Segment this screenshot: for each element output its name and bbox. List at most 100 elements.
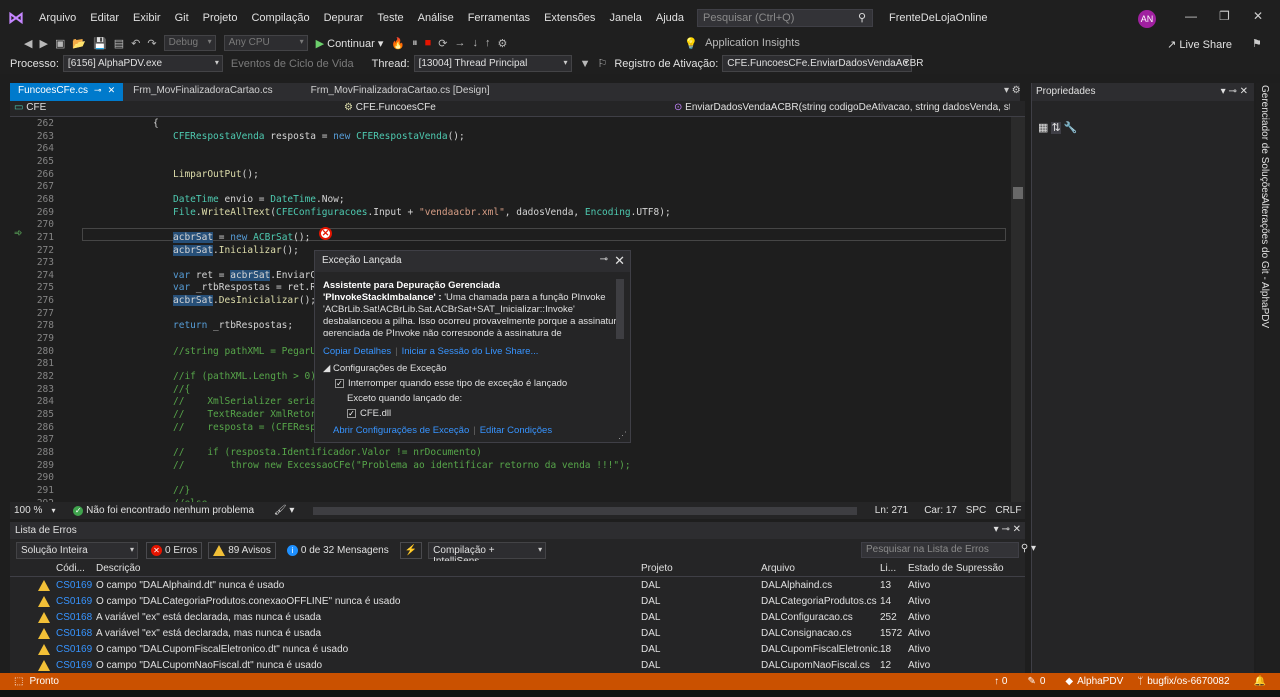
hot-reload-icon[interactable]: 🔥 xyxy=(391,37,405,50)
code-line[interactable]: //{ xyxy=(173,384,190,395)
cell-code[interactable]: CS0168 xyxy=(56,628,96,639)
table-row[interactable]: CS0169 O campo "DALAlphaind.dt" nunca é u… xyxy=(10,577,1025,593)
new-project-icon[interactable]: ▣ xyxy=(55,37,65,50)
repo-name[interactable]: AlphaPDV xyxy=(1077,676,1123,687)
code-line[interactable]: var _rtbRespostas = ret.R xyxy=(173,282,316,293)
break-all-icon[interactable]: ⏸ xyxy=(412,37,418,50)
config-select[interactable]: Debug ▾ xyxy=(163,35,216,51)
minimize-icon[interactable]: — xyxy=(1185,9,1197,23)
exception-error-icon[interactable]: ✕ xyxy=(319,227,332,240)
step-out-icon[interactable]: ↑ xyxy=(485,37,491,49)
filter-toggle-button[interactable]: ⚡ xyxy=(399,541,423,559)
notifications-icon[interactable]: 🔔 xyxy=(1254,676,1266,687)
code-line[interactable]: // resposta = (CFEResp xyxy=(173,422,316,433)
cell-code[interactable]: CS0169 xyxy=(56,660,96,671)
code-line[interactable]: // if (resposta.Identificador.Valor != n… xyxy=(173,447,482,458)
editor-scrollbar-thumb[interactable] xyxy=(1013,187,1023,199)
project-dropdown[interactable]: ▭ CFE xyxy=(10,101,340,117)
live-share-link[interactable]: Iniciar a Sessão do Live Share... xyxy=(402,346,539,357)
platform-select[interactable]: Any CPU ▾ xyxy=(223,35,308,51)
wrench-icon[interactable]: 🔧 xyxy=(1064,122,1078,134)
menu-item[interactable]: Exibir xyxy=(126,12,168,24)
maximize-icon[interactable]: ❐ xyxy=(1219,9,1230,23)
horizontal-scrollbar[interactable] xyxy=(313,506,857,515)
code-line[interactable]: acbrSat = new ACBrSat(); xyxy=(173,231,310,243)
flag-icon[interactable]: ⚐ xyxy=(597,57,607,70)
tab-funcoescfe[interactable]: FuncoesCFe.cs ⊸ ✕ xyxy=(10,83,124,101)
back-icon[interactable]: ◀ xyxy=(24,37,32,50)
code-line[interactable]: return _rtbRespostas; xyxy=(173,320,293,331)
class-dropdown[interactable]: ⚙ CFE.FuncoesCFe xyxy=(340,101,670,117)
exception-settings-header[interactable]: ◢ Configurações de Exceção xyxy=(315,361,630,376)
process-select[interactable]: [6156] AlphaPDV.exe ▾ xyxy=(62,55,223,72)
code-line[interactable]: // throw new ExcessaoCFe("Problema ao id… xyxy=(173,460,631,471)
cell-code[interactable]: CS0169 xyxy=(56,644,96,655)
resize-grip-icon[interactable]: ⋰ xyxy=(618,430,627,441)
line-ending[interactable]: CRLF xyxy=(995,505,1025,516)
cell-code[interactable]: CS0169 xyxy=(56,580,96,591)
menu-item[interactable]: Git xyxy=(168,12,196,24)
table-row[interactable]: CS0168 A variável "ex" está declarada, ma… xyxy=(10,609,1025,625)
close-icon[interactable]: ✕ xyxy=(614,253,625,269)
code-line[interactable]: var ret = acbrSat.EnviarC xyxy=(173,269,316,281)
menu-item[interactable]: Teste xyxy=(370,12,410,24)
code-line[interactable]: LimparOutPut(); xyxy=(173,169,259,180)
feedback-icon[interactable]: ⚑ xyxy=(1252,37,1262,50)
search-icon[interactable]: ⚲ xyxy=(858,11,866,24)
filter-icon[interactable]: ▼ xyxy=(580,58,591,70)
thread-select[interactable]: [13004] Thread Principal ▾ xyxy=(413,55,572,72)
build-select[interactable]: Compilação + IntelliSens▾ xyxy=(428,541,547,567)
menu-item[interactable]: Arquivo xyxy=(32,12,83,24)
app-insights-icon[interactable]: 💡 xyxy=(684,37,698,50)
code-line[interactable]: //} xyxy=(173,485,190,496)
lifecycle-events[interactable]: Eventos de Ciclo de Vida xyxy=(231,58,354,70)
column-header[interactable]: Descrição xyxy=(96,563,641,574)
break-checkbox[interactable]: ✓ Interromper quando esse tipo de exceção… xyxy=(315,376,630,391)
edit-conditions-link[interactable]: Editar Condições xyxy=(480,425,552,436)
panel-controls-icon[interactable]: ▾ ⊸ ✕ xyxy=(994,524,1021,535)
zoom-level[interactable]: 100 % xyxy=(10,505,52,516)
stop-icon[interactable]: ■ xyxy=(425,37,432,49)
code-line[interactable]: acbrSat.DesInicializar(); xyxy=(173,295,316,307)
module-checkbox[interactable]: ✓ CFE.dll xyxy=(315,406,630,421)
menu-item[interactable]: Janela xyxy=(602,12,648,24)
panel-controls-icon[interactable]: ▾ ⊸ ✕ xyxy=(1221,86,1248,97)
issues-status[interactable]: Não foi encontrado nenhum problema xyxy=(86,505,274,516)
table-row[interactable]: CS0169 O campo "DALCategoriaProdutos.cone… xyxy=(10,593,1025,609)
code-cleanup-icon[interactable]: 🖌 ▾ xyxy=(274,505,314,516)
solution-explorer-tab[interactable]: Gerenciador de Soluções xyxy=(1259,85,1270,198)
code-line[interactable]: { xyxy=(153,118,159,129)
popup-scrollbar[interactable] xyxy=(616,279,624,339)
open-settings-link[interactable]: Abrir Configurações de Exceção xyxy=(333,425,469,436)
editor-scrollbar[interactable] xyxy=(1011,117,1025,502)
pin-icon[interactable]: ⊸ xyxy=(94,85,102,95)
changes-count[interactable]: 0 xyxy=(1040,676,1046,687)
warnings-filter-button[interactable]: 89 Avisos xyxy=(208,541,276,559)
branch-name[interactable]: bugfix/os-6670082 xyxy=(1147,676,1229,687)
push-count[interactable]: ↑ 0 xyxy=(994,676,1007,687)
copy-details-link[interactable]: Copiar Detalhes xyxy=(323,346,391,357)
menu-item[interactable]: Projeto xyxy=(196,12,245,24)
table-row[interactable]: CS0169 O campo "DALCupomNaoFiscal.dt" nun… xyxy=(10,657,1025,673)
open-file-icon[interactable]: 📂 xyxy=(72,37,86,50)
menu-item[interactable]: Compilação xyxy=(244,12,316,24)
git-changes-tab[interactable]: Alterações do Git - AlphaPDV xyxy=(1259,197,1270,328)
activation-select[interactable]: CFE.FuncoesCFe.EnviarDadosVendaACBR ▾ xyxy=(722,55,923,72)
tab-frm-movfinalizadora-design[interactable]: Frm_MovFinalizadoraCartao.cs [Design] xyxy=(303,83,498,101)
visual-studio-logo-icon[interactable]: ⋈ xyxy=(0,0,32,36)
live-share-button[interactable]: ↗ Live Share xyxy=(1167,38,1232,51)
save-all-icon[interactable]: ▤ xyxy=(114,37,124,50)
column-header[interactable]: Projeto xyxy=(641,563,761,574)
alphabetical-icon[interactable]: ⇅ xyxy=(1051,122,1061,134)
column-header[interactable]: Arquivo xyxy=(761,563,880,574)
categorized-icon[interactable]: ▦ xyxy=(1038,122,1048,134)
scope-select[interactable]: Solução Inteira ▾ xyxy=(16,541,138,559)
close-icon[interactable]: ✕ xyxy=(1253,9,1263,23)
indentation[interactable]: SPC xyxy=(966,505,996,516)
table-row[interactable]: CS0168 A variável "ex" está declarada, ma… xyxy=(10,625,1025,641)
cell-code[interactable]: CS0168 xyxy=(56,612,96,623)
column-header[interactable]: Estado de Supressão xyxy=(908,563,1018,574)
code-line[interactable]: // XmlSerializer seria xyxy=(173,396,316,407)
close-tab-icon[interactable]: ✕ xyxy=(108,85,116,95)
messages-filter-button[interactable]: i0 de 32 Mensagens xyxy=(282,542,394,559)
